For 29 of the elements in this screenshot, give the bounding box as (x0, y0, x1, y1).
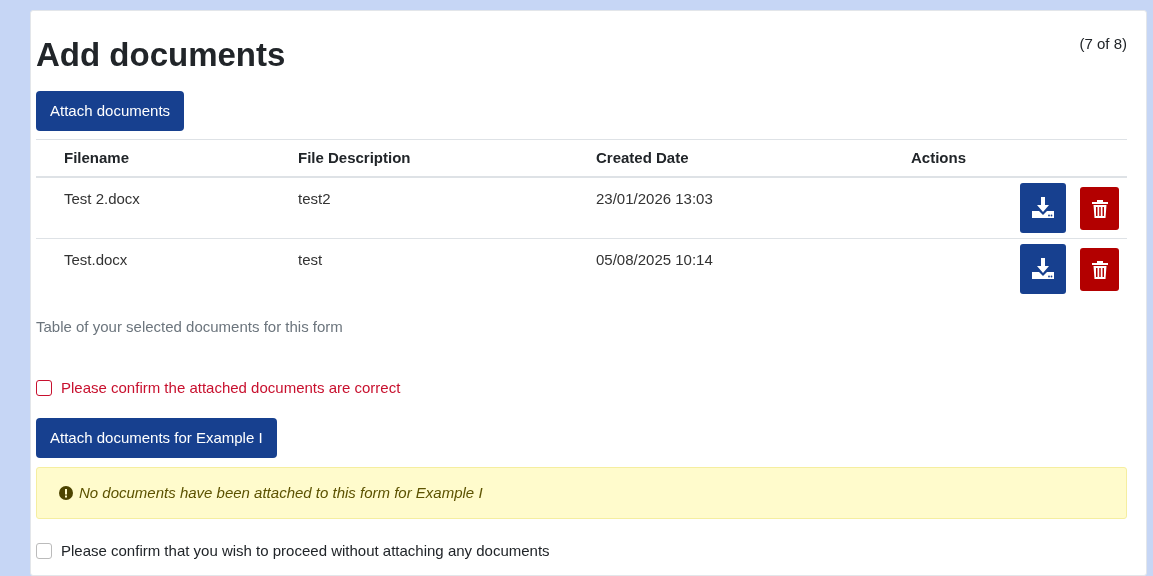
checkbox[interactable] (36, 379, 52, 396)
column-header: File Description (298, 149, 411, 166)
column-header: Created Date (596, 149, 689, 166)
attach-for-button[interactable]: Attach documents for Example I (36, 418, 277, 458)
exclamation-icon (59, 486, 73, 500)
page-title: Add documents (36, 35, 286, 75)
download-button[interactable] (1020, 244, 1066, 294)
table-cell: test2 (298, 190, 331, 207)
download-icon (1031, 257, 1055, 281)
checkbox-label: Please confirm that you wish to proceed without attaching any documents (61, 541, 550, 561)
column-header: Actions (911, 149, 966, 166)
table-cell: 23/01/2026 13:03 (596, 190, 713, 207)
table-cell: test (298, 251, 323, 268)
trash-icon (1091, 260, 1108, 279)
delete-button[interactable] (1080, 187, 1119, 230)
trash-icon (1091, 199, 1108, 218)
table-cell: Test.docx (64, 251, 128, 268)
alert-text: No documents have been attached to this form for Example I (79, 482, 483, 503)
download-button[interactable] (1020, 183, 1066, 233)
attach-documents-button[interactable]: Attach documents (36, 91, 185, 131)
table-caption: Table of your selected documents for this form (36, 317, 344, 337)
checkbox-label: Please confirm the attached documents are correct (61, 377, 401, 398)
checkbox[interactable] (36, 543, 52, 560)
download-icon (1031, 196, 1055, 220)
table-cell: 05/08/2025 10:14 (596, 251, 713, 268)
column-header: Filename (64, 149, 130, 166)
step-counter: (7 of 8) (1079, 34, 1127, 54)
delete-button[interactable] (1080, 248, 1119, 291)
table-cell: Test 2.docx (64, 190, 140, 207)
